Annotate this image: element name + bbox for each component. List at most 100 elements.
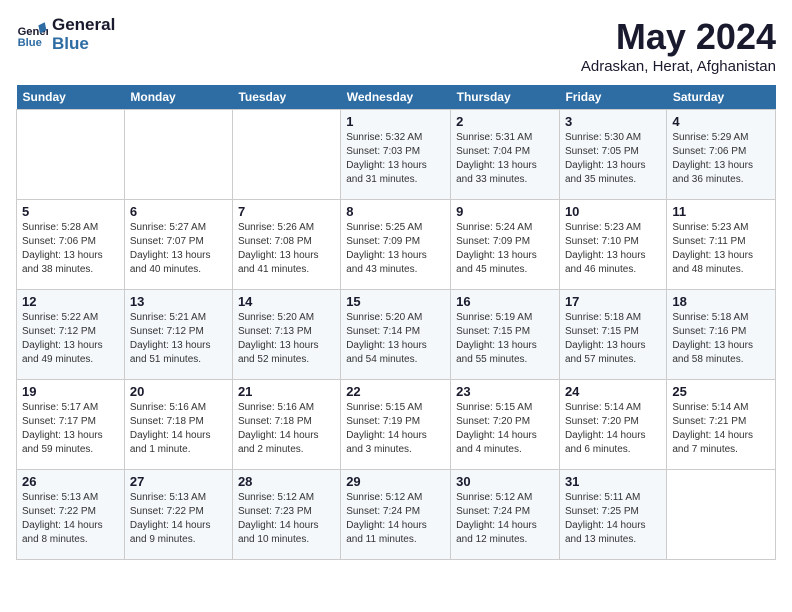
day-number: 17 xyxy=(565,294,661,309)
col-wednesday: Wednesday xyxy=(341,85,451,110)
day-info: Sunrise: 5:32 AMSunset: 7:03 PMDaylight:… xyxy=(346,131,445,187)
day-cell xyxy=(232,110,340,200)
logo: General Blue General Blue xyxy=(16,16,115,53)
day-number: 23 xyxy=(456,384,554,399)
day-number: 9 xyxy=(456,204,554,219)
day-number: 15 xyxy=(346,294,445,309)
week-row-0: 1Sunrise: 5:32 AMSunset: 7:03 PMDaylight… xyxy=(17,110,776,200)
day-cell: 13 Sunrise: 5:21 AMSunset: 7:12 PMDayligh… xyxy=(124,290,232,380)
day-info: Sunrise: 5:22 AMSunset: 7:12 PMDaylight:… xyxy=(22,311,119,367)
day-info: Sunrise: 5:18 AMSunset: 7:16 PMDaylight:… xyxy=(672,311,770,367)
day-number: 11 xyxy=(672,204,770,219)
day-number: 24 xyxy=(565,384,661,399)
day-cell: 1Sunrise: 5:32 AMSunset: 7:03 PMDaylight… xyxy=(341,110,451,200)
location-title: Adraskan, Herat, Afghanistan xyxy=(581,58,776,75)
day-cell: 26 Sunrise: 5:13 AMSunset: 7:22 PMDayligh… xyxy=(17,470,125,560)
day-info: Sunrise: 5:12 AMSunset: 7:23 PMDaylight:… xyxy=(238,491,335,547)
day-info: Sunrise: 5:14 AMSunset: 7:20 PMDaylight:… xyxy=(565,401,661,457)
header-row: Sunday Monday Tuesday Wednesday Thursday… xyxy=(17,85,776,110)
day-info: Sunrise: 5:15 AMSunset: 7:19 PMDaylight:… xyxy=(346,401,445,457)
day-cell: 16Sunrise: 5:19 AMSunset: 7:15 PMDayligh… xyxy=(451,290,560,380)
day-info: Sunrise: 5:16 AMSunset: 7:18 PMDaylight:… xyxy=(238,401,335,457)
day-cell xyxy=(17,110,125,200)
logo-icon: General Blue xyxy=(16,19,48,51)
day-number: 26 xyxy=(22,474,119,489)
logo-text-blue: Blue xyxy=(52,35,115,54)
day-cell: 23 Sunrise: 5:15 AMSunset: 7:20 PMDayligh… xyxy=(451,380,560,470)
page-header: General Blue General Blue May 2024 Adras… xyxy=(16,16,776,75)
col-friday: Friday xyxy=(559,85,666,110)
day-number: 12 xyxy=(22,294,119,309)
day-info: Sunrise: 5:20 AMSunset: 7:13 PMDaylight:… xyxy=(238,311,335,367)
day-cell: 20Sunrise: 5:16 AMSunset: 7:18 PMDayligh… xyxy=(124,380,232,470)
day-info: Sunrise: 5:23 AMSunset: 7:10 PMDaylight:… xyxy=(565,221,661,277)
day-number: 20 xyxy=(130,384,227,399)
day-info: Sunrise: 5:26 AMSunset: 7:08 PMDaylight:… xyxy=(238,221,335,277)
day-number: 2 xyxy=(456,114,554,129)
day-number: 30 xyxy=(456,474,554,489)
day-info: Sunrise: 5:12 AMSunset: 7:24 PMDaylight:… xyxy=(346,491,445,547)
day-cell: 5Sunrise: 5:28 AMSunset: 7:06 PMDaylight… xyxy=(17,200,125,290)
day-info: Sunrise: 5:19 AMSunset: 7:15 PMDaylight:… xyxy=(456,311,554,367)
day-number: 13 xyxy=(130,294,227,309)
day-number: 27 xyxy=(130,474,227,489)
day-cell: 8 Sunrise: 5:25 AMSunset: 7:09 PMDaylight… xyxy=(341,200,451,290)
day-cell: 17 Sunrise: 5:18 AMSunset: 7:15 PMDayligh… xyxy=(559,290,666,380)
day-info: Sunrise: 5:11 AMSunset: 7:25 PMDaylight:… xyxy=(565,491,661,547)
day-cell: 7 Sunrise: 5:26 AMSunset: 7:08 PMDaylight… xyxy=(232,200,340,290)
day-cell: 11 Sunrise: 5:23 AMSunset: 7:11 PMDayligh… xyxy=(667,200,776,290)
day-cell: 22Sunrise: 5:15 AMSunset: 7:19 PMDayligh… xyxy=(341,380,451,470)
day-info: Sunrise: 5:30 AMSunset: 7:05 PMDaylight:… xyxy=(565,131,661,187)
day-cell: 2 Sunrise: 5:31 AMSunset: 7:04 PMDaylight… xyxy=(451,110,560,200)
day-cell: 6 Sunrise: 5:27 AMSunset: 7:07 PMDaylight… xyxy=(124,200,232,290)
day-info: Sunrise: 5:23 AMSunset: 7:11 PMDaylight:… xyxy=(672,221,770,277)
day-info: Sunrise: 5:31 AMSunset: 7:04 PMDaylight:… xyxy=(456,131,554,187)
day-number: 7 xyxy=(238,204,335,219)
week-row-3: 19Sunrise: 5:17 AMSunset: 7:17 PMDayligh… xyxy=(17,380,776,470)
week-row-4: 26 Sunrise: 5:13 AMSunset: 7:22 PMDayligh… xyxy=(17,470,776,560)
day-cell: 19Sunrise: 5:17 AMSunset: 7:17 PMDayligh… xyxy=(17,380,125,470)
day-cell: 12 Sunrise: 5:22 AMSunset: 7:12 PMDayligh… xyxy=(17,290,125,380)
day-cell: 21 Sunrise: 5:16 AMSunset: 7:18 PMDayligh… xyxy=(232,380,340,470)
title-block: May 2024 Adraskan, Herat, Afghanistan xyxy=(581,16,776,75)
day-cell: 18 Sunrise: 5:18 AMSunset: 7:16 PMDayligh… xyxy=(667,290,776,380)
day-number: 4 xyxy=(672,114,770,129)
day-info: Sunrise: 5:29 AMSunset: 7:06 PMDaylight:… xyxy=(672,131,770,187)
calendar-header: Sunday Monday Tuesday Wednesday Thursday… xyxy=(17,85,776,110)
day-cell: 15Sunrise: 5:20 AMSunset: 7:14 PMDayligh… xyxy=(341,290,451,380)
day-info: Sunrise: 5:25 AMSunset: 7:09 PMDaylight:… xyxy=(346,221,445,277)
day-info: Sunrise: 5:24 AMSunset: 7:09 PMDaylight:… xyxy=(456,221,554,277)
day-info: Sunrise: 5:14 AMSunset: 7:21 PMDaylight:… xyxy=(672,401,770,457)
week-row-2: 12 Sunrise: 5:22 AMSunset: 7:12 PMDayligh… xyxy=(17,290,776,380)
day-cell: 24 Sunrise: 5:14 AMSunset: 7:20 PMDayligh… xyxy=(559,380,666,470)
day-number: 29 xyxy=(346,474,445,489)
day-info: Sunrise: 5:13 AMSunset: 7:22 PMDaylight:… xyxy=(22,491,119,547)
day-number: 10 xyxy=(565,204,661,219)
day-info: Sunrise: 5:28 AMSunset: 7:06 PMDaylight:… xyxy=(22,221,119,277)
day-number: 14 xyxy=(238,294,335,309)
day-info: Sunrise: 5:18 AMSunset: 7:15 PMDaylight:… xyxy=(565,311,661,367)
day-cell xyxy=(124,110,232,200)
day-number: 31 xyxy=(565,474,661,489)
day-cell: 31 Sunrise: 5:11 AMSunset: 7:25 PMDayligh… xyxy=(559,470,666,560)
day-info: Sunrise: 5:17 AMSunset: 7:17 PMDaylight:… xyxy=(22,401,119,457)
day-number: 21 xyxy=(238,384,335,399)
day-number: 25 xyxy=(672,384,770,399)
calendar-body: 1Sunrise: 5:32 AMSunset: 7:03 PMDaylight… xyxy=(17,110,776,560)
day-cell: 10 Sunrise: 5:23 AMSunset: 7:10 PMDayligh… xyxy=(559,200,666,290)
col-thursday: Thursday xyxy=(451,85,560,110)
day-number: 8 xyxy=(346,204,445,219)
day-number: 3 xyxy=(565,114,661,129)
day-info: Sunrise: 5:21 AMSunset: 7:12 PMDaylight:… xyxy=(130,311,227,367)
day-number: 18 xyxy=(672,294,770,309)
month-title: May 2024 xyxy=(581,16,776,58)
day-number: 28 xyxy=(238,474,335,489)
col-tuesday: Tuesday xyxy=(232,85,340,110)
col-monday: Monday xyxy=(124,85,232,110)
day-number: 6 xyxy=(130,204,227,219)
day-info: Sunrise: 5:12 AMSunset: 7:24 PMDaylight:… xyxy=(456,491,554,547)
day-cell: 25 Sunrise: 5:14 AMSunset: 7:21 PMDayligh… xyxy=(667,380,776,470)
day-cell: 28 Sunrise: 5:12 AMSunset: 7:23 PMDayligh… xyxy=(232,470,340,560)
day-info: Sunrise: 5:15 AMSunset: 7:20 PMDaylight:… xyxy=(456,401,554,457)
day-info: Sunrise: 5:27 AMSunset: 7:07 PMDaylight:… xyxy=(130,221,227,277)
